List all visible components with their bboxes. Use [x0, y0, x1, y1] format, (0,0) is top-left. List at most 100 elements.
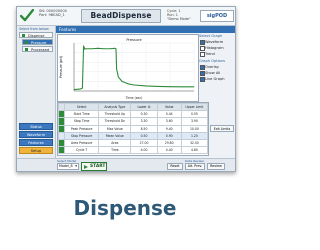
table-cell: 3.60: [156, 117, 182, 126]
table-cell: Time: [98, 146, 132, 155]
tree-check-icon: [25, 41, 28, 44]
table-header: Upper Limit: [180, 102, 209, 112]
table-cell: Mean Value: [98, 131, 132, 140]
part-number: Part: 9BEAD_1: [39, 13, 65, 18]
nav-features-button[interactable]: Features: [19, 139, 53, 146]
data-point: [169, 86, 171, 88]
table-cell: Peak Pressure: [64, 124, 100, 133]
data-point: [127, 83, 129, 85]
tree-check-icon: [25, 48, 28, 51]
nav-setup-button[interactable]: Setup: [19, 147, 53, 154]
table-cell: Area Pressure: [64, 138, 100, 148]
app-window: SN: 000000000 Part: 9BEAD_1 BeadDispense…: [16, 6, 236, 172]
table-cell: 3.90: [180, 117, 209, 126]
data-point: [83, 45, 84, 47]
data-point: [114, 47, 116, 49]
nav-status-button[interactable]: Status: [19, 123, 53, 130]
graph-option-trend[interactable]: Trend: [199, 51, 234, 57]
table-cell: 0.55: [180, 110, 209, 119]
table-cell: Cycle T: [64, 146, 100, 155]
table-row[interactable]: Stop Time Threshold Dn 3.30 3.60 3.90: [57, 117, 209, 126]
table-cell: 0.30: [130, 110, 158, 119]
data-point: [133, 84, 135, 86]
left-panel: Select from below Dispense Pressure Proc…: [17, 26, 56, 158]
data-point: [73, 89, 75, 90]
checkbox-icon: [200, 77, 205, 82]
table-cell: 4.00: [130, 146, 158, 155]
table-cell: Threshold Up: [98, 110, 132, 119]
table-cell: 3.30: [130, 117, 158, 126]
bottom-bar: Select Model Model_8 ▾ START Data Review…: [17, 158, 235, 171]
table-cell: 4.80: [180, 146, 209, 155]
graph-option-label: Histogram: [205, 46, 224, 50]
table-row[interactable]: Cycle T Time 4.00 4.40 4.80: [57, 146, 209, 155]
table-cell: 8.50: [130, 124, 158, 133]
start-button[interactable]: START: [81, 162, 107, 171]
top-bar: SN: 000000000 Part: 9BEAD_1 BeadDispense…: [17, 7, 235, 26]
data-point: [82, 87, 83, 89]
table-row[interactable]: Peak Pressure Max Value 8.50 9.40 10.00: [57, 124, 209, 133]
table-cell: 29.80: [156, 138, 182, 148]
exit-limits-button[interactable]: Exit Limits: [210, 125, 234, 132]
data-point: [193, 86, 195, 88]
table-header-row: Select Analysis Type Lower Lt Value Uppe…: [57, 102, 209, 112]
nav-waveform-button[interactable]: Waveform: [19, 131, 53, 138]
table-cell: 0.44: [156, 110, 182, 119]
tree-item-processed[interactable]: Processed: [22, 46, 53, 52]
table-cell: Area: [98, 138, 132, 148]
data-point: [121, 81, 123, 82]
part-info: SN: 000000000 Part: 9BEAD_1: [39, 9, 67, 18]
data-point: [84, 48, 86, 50]
mode-label: "Demo Mode": [167, 17, 191, 22]
data-point: [145, 85, 147, 87]
data-point: [97, 47, 99, 49]
table-cell: 0.90: [156, 131, 182, 140]
left-panel-label: Select from below: [19, 27, 49, 31]
table-cell: Stop Time: [64, 117, 100, 126]
table-row[interactable]: Start Time Threshold Up 0.30 0.44 0.55: [57, 110, 209, 119]
alt-prev-button[interactable]: Alt. Prev.: [185, 163, 205, 170]
table-row[interactable]: Stop Pressure Mean Value 0.50 0.90 1.20: [57, 131, 209, 140]
tree-item-label: Processed: [31, 48, 50, 52]
table-cell: 32.00: [180, 138, 209, 148]
table-cell: 4.40: [156, 146, 182, 155]
model-select-value: Model_8: [59, 164, 73, 168]
table-header: Analysis Type: [98, 102, 132, 112]
tree-item-pressure[interactable]: Pressure: [22, 39, 53, 45]
table-cell: 27.00: [130, 138, 158, 148]
table-row[interactable]: Area Pressure Area 27.00 29.80 32.00: [57, 138, 209, 148]
reset-button[interactable]: Reset: [167, 163, 183, 170]
app-title: BeadDispense: [81, 9, 161, 23]
option-live-graph[interactable]: Live Graph: [199, 76, 234, 82]
tree-item-dispense[interactable]: Dispense: [19, 32, 53, 38]
table-cell: 9.40: [156, 124, 182, 133]
table-cell: 1.20: [180, 131, 209, 140]
graph-options-panel: Select Graph Waveform Histogram Trend Gr…: [199, 34, 234, 100]
data-point: [115, 48, 117, 50]
brand-logo: sigPOD: [200, 10, 234, 22]
review-button[interactable]: Review: [207, 163, 225, 170]
cycle-info: Cycle: 1 Run: 1 "Demo Mode": [167, 9, 191, 22]
pressure-chart: Pressure Time (sec) Pressure (psi): [57, 34, 199, 102]
tree-check-icon: [22, 34, 25, 37]
model-select[interactable]: Model_8 ▾: [57, 163, 79, 170]
chevron-down-icon: ▾: [75, 164, 77, 168]
caption-title: Dispense: [73, 196, 177, 220]
table-cell: 0.50: [130, 131, 158, 140]
data-point: [109, 48, 111, 50]
data-point: [118, 76, 119, 78]
data-point: [103, 48, 105, 50]
status-check-icon: [20, 9, 34, 22]
graph-option-label: Trend: [205, 52, 215, 56]
table-cell: Max Value: [98, 124, 132, 133]
data-point: [91, 48, 93, 50]
table-cell: Threshold Dn: [98, 117, 132, 126]
graph-option-label: Waveform: [205, 40, 224, 44]
radio-icon: [200, 52, 205, 57]
features-header: Features: [56, 26, 235, 33]
tree-item-label: Dispense: [28, 34, 45, 38]
table-cell: Stop Pressure: [64, 131, 100, 140]
data-point: [116, 68, 117, 70]
play-icon: [84, 165, 88, 169]
table-header: Value: [156, 102, 182, 112]
